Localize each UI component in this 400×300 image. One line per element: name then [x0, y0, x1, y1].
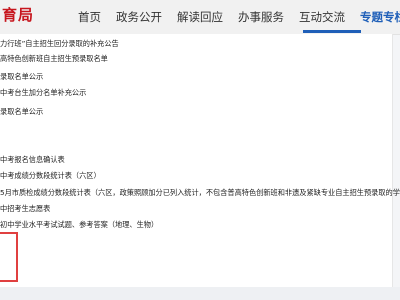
list-item[interactable]: 高特色创新班自主招生预录取名单	[0, 54, 108, 64]
article-list-panel: 力行班”自主招生回分录取的补充公告 高特色创新班自主招生预录取名单 录取名单公示…	[0, 34, 400, 287]
list-item[interactable]: 录取名单公示	[0, 72, 43, 82]
site-logo[interactable]: 育局	[2, 4, 34, 25]
list-item[interactable]: 5月市质检成绩分数段统计表（六区，政策照顾加分已列入统计，不包含普高特色创新班和…	[0, 188, 400, 198]
nav-special-topics[interactable]: 专题专栏	[360, 9, 400, 25]
list-item[interactable]: 中考成绩分数段统计表（六区）	[0, 171, 101, 181]
nav-government-affairs[interactable]: 政务公开	[116, 9, 162, 25]
list-item[interactable]: 录取名单公示	[0, 107, 43, 117]
site-header: 育局 首页 政务公开 解读回应 办事服务 互动交流 专题专栏	[0, 0, 400, 35]
list-item[interactable]: 中招考生志愿表	[0, 204, 50, 214]
nav-interaction[interactable]: 互动交流	[299, 9, 345, 25]
list-item[interactable]: 中考台生加分名单补充公示	[0, 88, 86, 98]
list-item[interactable]: 力行班”自主招生回分录取的补充公告	[0, 39, 119, 49]
list-item[interactable]: 初中学业水平考试试题、参考答案（地理、生物）	[0, 220, 158, 230]
highlight-frame	[0, 232, 18, 282]
nav-services[interactable]: 办事服务	[238, 9, 284, 25]
list-item[interactable]: 中考报名信息确认表	[0, 155, 65, 165]
nav-interpretation[interactable]: 解读回应	[177, 9, 223, 25]
nav-home[interactable]: 首页	[78, 9, 101, 25]
active-nav-underline	[303, 30, 361, 33]
page-footer-strip	[0, 287, 400, 300]
main-nav: 首页 政务公开 解读回应 办事服务 互动交流 专题专栏	[78, 0, 400, 34]
